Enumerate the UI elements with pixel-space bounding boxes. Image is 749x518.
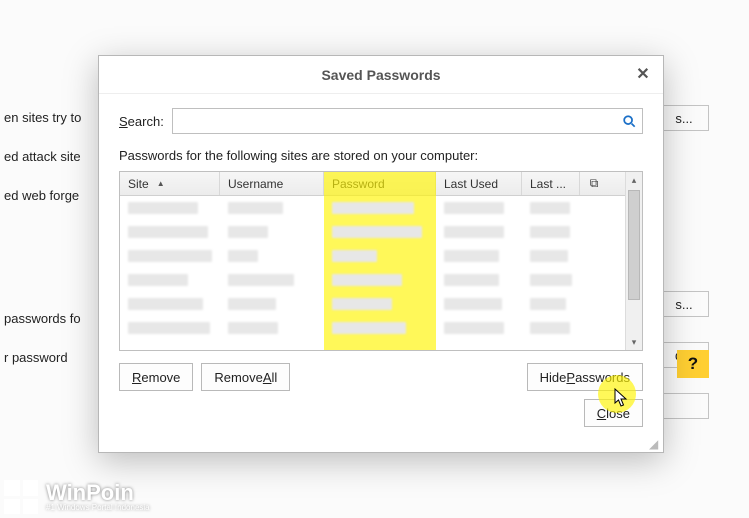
table-row[interactable]	[120, 268, 625, 292]
search-input[interactable]	[179, 113, 622, 130]
bg-text-3: ed web forge	[0, 188, 81, 203]
watermark-subtitle: #1 Windows Portal Indonesia	[46, 504, 150, 512]
bg-button-2[interactable]: s...	[659, 291, 709, 317]
bg-button-4[interactable]	[659, 393, 709, 419]
winpoin-watermark: WinPoin #1 Windows Portal Indonesia	[4, 480, 150, 514]
search-field[interactable]	[172, 108, 643, 134]
hide-passwords-button[interactable]: Hide Passwords	[527, 363, 643, 391]
dialog-close-button[interactable]: ✕	[633, 64, 653, 84]
vertical-scrollbar[interactable]: ▴ ▾	[625, 172, 642, 350]
bg-text-5: r password	[0, 350, 81, 365]
windows-logo-icon	[4, 480, 38, 514]
table-row[interactable]	[120, 316, 625, 340]
bg-button-1[interactable]: s...	[659, 105, 709, 131]
table-header: Site Username Password Last Used Last ..…	[120, 172, 625, 196]
dialog-title-bar: Saved Passwords ✕	[99, 56, 663, 94]
dialog-description: Passwords for the following sites are st…	[119, 148, 643, 163]
help-button[interactable]: ?	[677, 350, 709, 378]
scroll-up-icon[interactable]: ▴	[626, 172, 642, 188]
column-last-changed[interactable]: Last ...	[522, 172, 580, 195]
remove-button[interactable]: Remove	[119, 363, 193, 391]
search-icon	[622, 114, 636, 128]
remove-all-button[interactable]: Remove All	[201, 363, 290, 391]
column-last-used[interactable]: Last Used	[436, 172, 522, 195]
scroll-thumb[interactable]	[628, 190, 640, 300]
column-password[interactable]: Password	[324, 172, 436, 195]
column-site[interactable]: Site	[120, 172, 220, 195]
column-username[interactable]: Username	[220, 172, 324, 195]
search-label: Search:	[119, 114, 164, 129]
table-row[interactable]	[120, 196, 625, 220]
table-row[interactable]	[120, 244, 625, 268]
bg-text-2: ed attack site	[0, 149, 81, 164]
table-body[interactable]	[120, 196, 625, 350]
close-icon: ✕	[636, 64, 649, 84]
column-picker[interactable]: ⧉	[580, 172, 608, 195]
bg-text-1: en sites try to	[0, 110, 81, 125]
bg-text-4: passwords fo	[0, 311, 81, 326]
dialog-title: Saved Passwords	[321, 67, 440, 83]
scroll-down-icon[interactable]: ▾	[626, 334, 642, 350]
watermark-title: WinPoin	[46, 482, 150, 504]
close-button[interactable]: Close	[584, 399, 643, 427]
table-row[interactable]	[120, 220, 625, 244]
saved-passwords-dialog: Saved Passwords ✕ Search: Passwords for …	[98, 55, 664, 453]
passwords-table: Site Username Password Last Used Last ..…	[119, 171, 643, 351]
table-row[interactable]	[120, 292, 625, 316]
